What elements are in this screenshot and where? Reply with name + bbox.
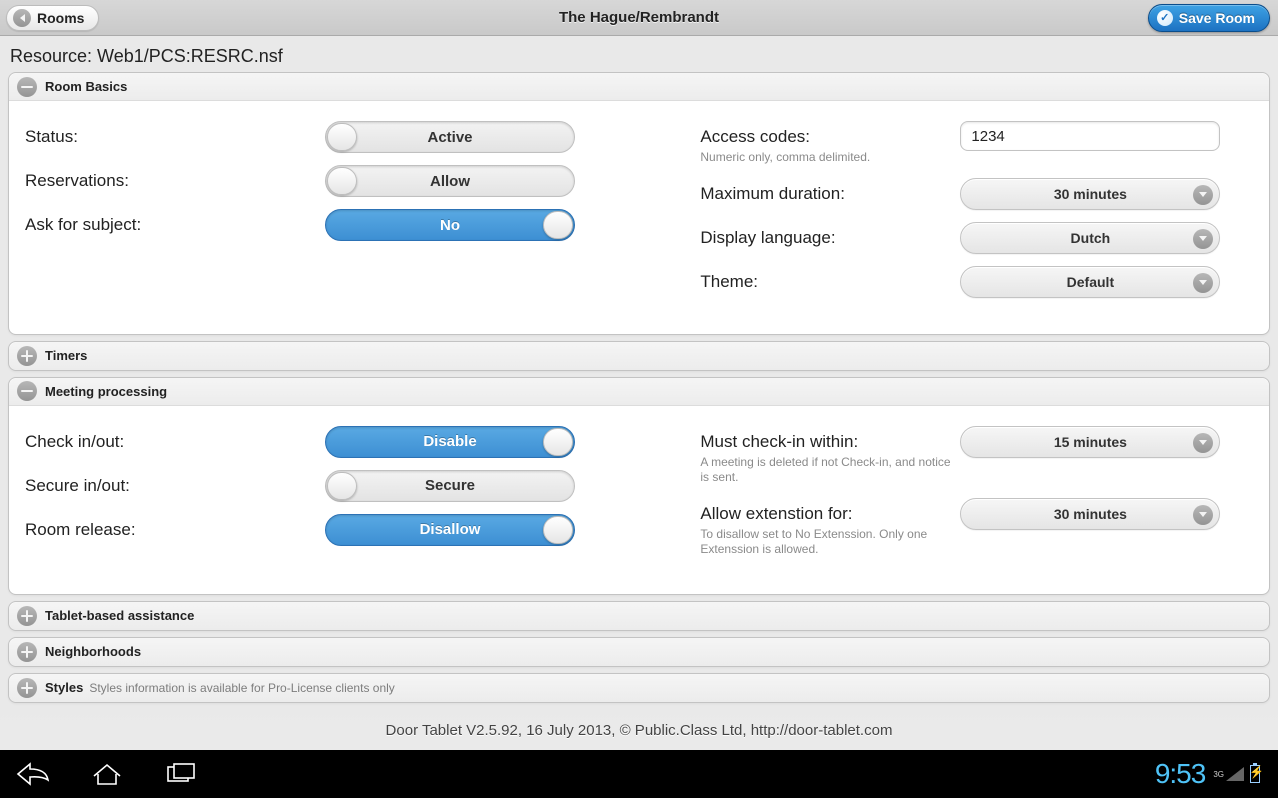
toggle-knob: [543, 211, 573, 239]
checkinout-toggle[interactable]: Disable: [325, 426, 575, 458]
ask-subject-label: Ask for subject:: [25, 209, 325, 235]
reservations-toggle[interactable]: Allow: [325, 165, 575, 197]
panel-title: Tablet-based assistance: [45, 608, 194, 623]
collapse-icon: [17, 77, 37, 97]
back-button[interactable]: Rooms: [6, 5, 99, 31]
checkinout-label: Check in/out:: [25, 426, 325, 452]
status-toggle[interactable]: Active: [325, 121, 575, 153]
resource-label: Resource: Web1/PCS:RESRC.nsf: [0, 36, 1278, 75]
max-duration-label: Maximum duration:: [700, 178, 960, 204]
chevron-down-icon: [1193, 229, 1213, 249]
panel-title: Neighborhoods: [45, 644, 141, 659]
network-label: 3G: [1213, 770, 1224, 779]
toggle-value: Disallow: [420, 521, 481, 538]
access-codes-input[interactable]: 1234: [960, 121, 1220, 151]
cell-signal-icon: [1226, 767, 1244, 781]
status-label: Status:: [25, 121, 325, 147]
select-value: 15 minutes: [1054, 434, 1127, 450]
panel-header-neighborhoods[interactable]: Neighborhoods: [9, 638, 1269, 666]
toggle-knob: [327, 167, 357, 195]
recent-apps-icon[interactable]: [164, 762, 198, 786]
collapse-icon: [17, 381, 37, 401]
toggle-knob: [543, 516, 573, 544]
theme-label: Theme:: [700, 266, 960, 292]
content-area: Room Basics Status: Active Reservations:: [0, 72, 1278, 712]
clock: 9:53: [1155, 758, 1206, 790]
check-icon: ✓: [1157, 10, 1173, 26]
panel-styles: Styles Styles information is available f…: [8, 673, 1270, 703]
select-value: Dutch: [1071, 230, 1111, 246]
toggle-knob: [327, 472, 357, 500]
theme-select[interactable]: Default: [960, 266, 1220, 298]
panel-neighborhoods: Neighborhoods: [8, 637, 1270, 667]
toggle-value: Disable: [423, 433, 476, 450]
display-lang-label: Display language:: [700, 222, 960, 248]
secure-label: Secure in/out:: [25, 470, 325, 496]
max-duration-select[interactable]: 30 minutes: [960, 178, 1220, 210]
home-icon[interactable]: [90, 762, 124, 786]
expand-icon: [17, 606, 37, 626]
battery-icon: [1250, 765, 1260, 783]
panel-room-basics: Room Basics Status: Active Reservations:: [8, 72, 1270, 335]
panel-header-room-basics[interactable]: Room Basics: [9, 73, 1269, 101]
panel-header-styles[interactable]: Styles Styles information is available f…: [9, 674, 1269, 702]
panel-meeting-processing: Meeting processing Check in/out: Disable…: [8, 377, 1270, 595]
toggle-value: Allow: [430, 173, 470, 190]
select-value: 30 minutes: [1054, 186, 1127, 202]
label-hint: A meeting is deleted if not Check-in, an…: [700, 455, 960, 486]
reservations-label: Reservations:: [25, 165, 325, 191]
chevron-down-icon: [1193, 185, 1213, 205]
expand-icon: [17, 642, 37, 662]
panel-header-tablet-assist[interactable]: Tablet-based assistance: [9, 602, 1269, 630]
back-label: Rooms: [37, 10, 84, 26]
save-room-button[interactable]: ✓ Save Room: [1148, 4, 1270, 32]
panel-title: Timers: [45, 348, 87, 363]
page-title: The Hague/Rembrandt: [0, 9, 1278, 26]
toggle-value: No: [440, 217, 460, 234]
toggle-knob: [327, 123, 357, 151]
panel-title: Room Basics: [45, 79, 127, 94]
version-footer: Door Tablet V2.5.92, 16 July 2013, © Pub…: [0, 710, 1278, 750]
panel-tablet-assist: Tablet-based assistance: [8, 601, 1270, 631]
label-hint: Numeric only, comma delimited.: [700, 150, 960, 166]
chevron-down-icon: [1193, 433, 1213, 453]
label-text: Allow extenstion for:: [700, 504, 852, 523]
secure-toggle[interactable]: Secure: [325, 470, 575, 502]
panel-subtext: Styles information is available for Pro-…: [89, 681, 394, 695]
expand-icon: [17, 678, 37, 698]
toggle-value: Secure: [425, 477, 475, 494]
select-value: Default: [1067, 274, 1114, 290]
room-release-label: Room release:: [25, 514, 325, 540]
chevron-down-icon: [1193, 273, 1213, 293]
must-checkin-select[interactable]: 15 minutes: [960, 426, 1220, 458]
back-icon[interactable]: [16, 762, 50, 786]
save-label: Save Room: [1179, 10, 1255, 26]
ask-subject-toggle[interactable]: No: [325, 209, 575, 241]
expand-icon: [17, 346, 37, 366]
access-codes-label: Access codes: Numeric only, comma delimi…: [700, 121, 960, 166]
label-text: Must check-in within:: [700, 432, 858, 451]
panel-title: Meeting processing: [45, 384, 167, 399]
toggle-value: Active: [427, 129, 472, 146]
android-navbar: 9:53 3G: [0, 750, 1278, 798]
select-value: 30 minutes: [1054, 506, 1127, 522]
chevron-down-icon: [1193, 505, 1213, 525]
display-lang-select[interactable]: Dutch: [960, 222, 1220, 254]
panel-header-timers[interactable]: Timers: [9, 342, 1269, 370]
input-value: 1234: [971, 128, 1004, 145]
panel-header-meeting-processing[interactable]: Meeting processing: [9, 378, 1269, 406]
must-checkin-label: Must check-in within: A meeting is delet…: [700, 426, 960, 486]
room-release-toggle[interactable]: Disallow: [325, 514, 575, 546]
toggle-knob: [543, 428, 573, 456]
panel-timers: Timers: [8, 341, 1270, 371]
allow-ext-select[interactable]: 30 minutes: [960, 498, 1220, 530]
top-bar: Rooms The Hague/Rembrandt ✓ Save Room: [0, 0, 1278, 36]
chevron-left-icon: [13, 9, 31, 27]
allow-ext-label: Allow extenstion for: To disallow set to…: [700, 498, 960, 558]
panel-title: Styles: [45, 680, 83, 695]
label-hint: To disallow set to No Extenssion. Only o…: [700, 527, 960, 558]
label-text: Access codes:: [700, 127, 810, 146]
